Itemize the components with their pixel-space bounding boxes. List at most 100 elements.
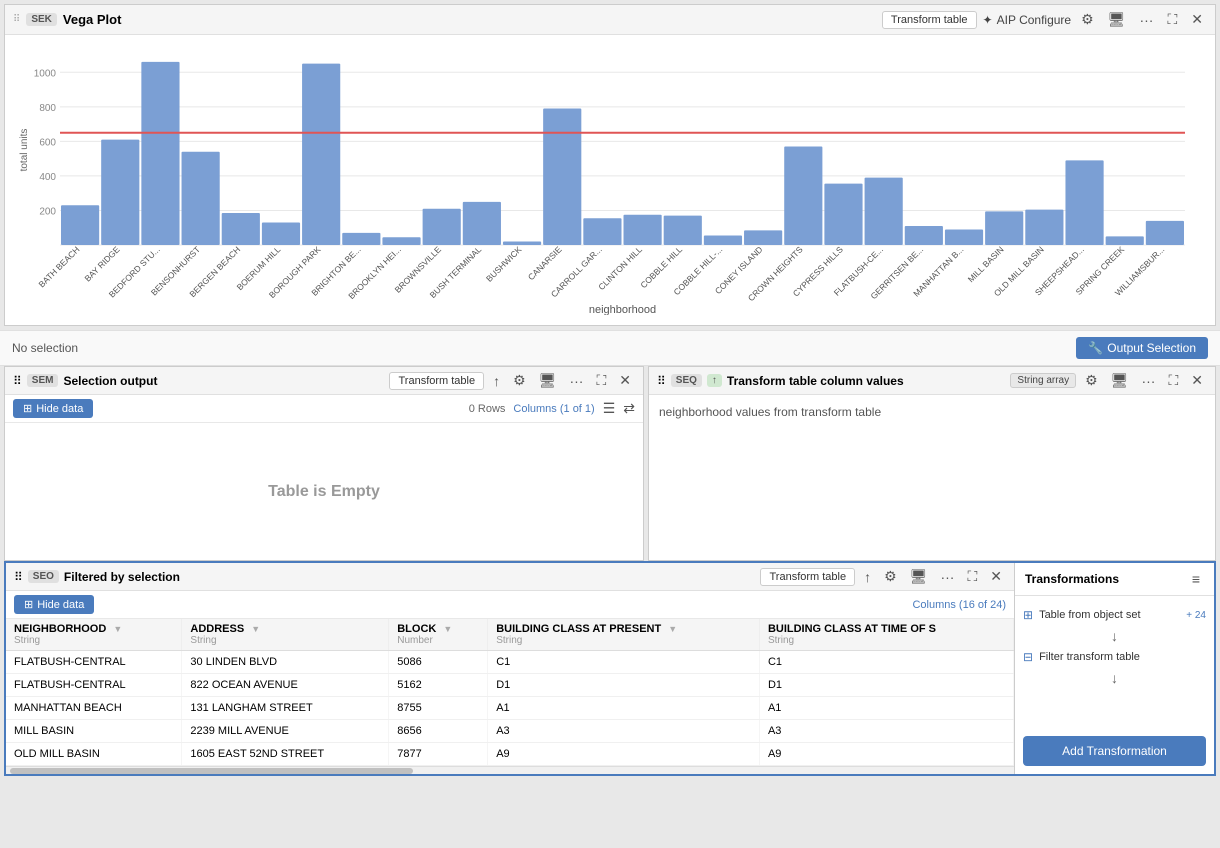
trans-arrow-2: ↓ bbox=[1023, 668, 1206, 688]
drag-handle[interactable]: ⠿ bbox=[13, 14, 20, 25]
trans-arrow-1: ↓ bbox=[1023, 626, 1206, 646]
more-icon[interactable]: ··· bbox=[1135, 10, 1157, 30]
col-building-class-time[interactable]: BUILDING CLASS AT TIME OF S String bbox=[759, 619, 1013, 651]
fp-drag-handle[interactable]: ⠿ bbox=[14, 570, 23, 584]
tc-monitor-icon[interactable]: 🖥 bbox=[1107, 370, 1133, 391]
fp-upload-icon[interactable]: ↑ bbox=[860, 567, 875, 587]
sel-upload-icon[interactable]: ↑ bbox=[489, 371, 504, 391]
tc-more-icon[interactable]: ··· bbox=[1137, 371, 1159, 391]
settings-icon[interactable]: ⚙ bbox=[1077, 9, 1098, 30]
sel-row-count: 0 Rows bbox=[469, 403, 506, 415]
trans-item-table-object: ⊞ Table from object set + 24 bbox=[1023, 604, 1206, 626]
fp-tag: SEO bbox=[28, 570, 59, 583]
filtered-panel: ⠿ SEO Filtered by selection Transform ta… bbox=[6, 563, 1014, 774]
sel-expand-icon[interactable]: ⛶ bbox=[592, 370, 610, 391]
cell-block: 8656 bbox=[389, 720, 488, 743]
cell-block: 7877 bbox=[389, 743, 488, 766]
trans-menu-icon[interactable]: ≡ bbox=[1188, 569, 1204, 589]
trans-item-count: + 24 bbox=[1186, 610, 1206, 621]
vega-transform-table-button[interactable]: Transform table bbox=[882, 11, 977, 29]
sel-col-count[interactable]: Columns (1 of 1) bbox=[513, 403, 594, 415]
col-neighborhood[interactable]: NEIGHBORHOOD ▼ String bbox=[6, 619, 182, 651]
cell-block: 5162 bbox=[389, 674, 488, 697]
table-row: FLATBUSH-CENTRAL 822 OCEAN AVENUE 5162 D… bbox=[6, 674, 1014, 697]
filtered-header: ⠿ SEO Filtered by selection Transform ta… bbox=[6, 563, 1014, 591]
fp-hide-icon: ⊞ bbox=[24, 598, 33, 611]
fp-expand-icon[interactable]: ⛶ bbox=[963, 566, 981, 587]
fp-settings-icon[interactable]: ⚙ bbox=[880, 566, 901, 587]
svg-text:400: 400 bbox=[39, 172, 56, 183]
cell-neighborhood: MILL BASIN bbox=[6, 720, 182, 743]
trans-item-label: Table from object set bbox=[1039, 609, 1141, 621]
sel-settings-icon[interactable]: ⚙ bbox=[509, 370, 530, 391]
col-address[interactable]: ADDRESS ▼ String bbox=[182, 619, 389, 651]
sel-empty-table: Table is Empty bbox=[5, 423, 643, 560]
close-icon[interactable]: ✕ bbox=[1187, 9, 1207, 30]
cell-building-class-time: A1 bbox=[759, 697, 1013, 720]
tc-tag-icon: ↑ bbox=[707, 374, 722, 387]
trans-filter-label: Filter transform table bbox=[1039, 651, 1140, 663]
cell-building-class: A3 bbox=[488, 720, 760, 743]
horizontal-scrollbar[interactable] bbox=[6, 766, 1014, 774]
output-selection-button[interactable]: 🔧 Output Selection bbox=[1076, 337, 1208, 359]
monitor-icon[interactable]: 🖥 bbox=[1104, 9, 1130, 30]
sel-hide-data-button[interactable]: ⊞ Table is Empty Hide data bbox=[13, 399, 93, 418]
cell-address: 131 LANGHAM STREET bbox=[182, 697, 389, 720]
cell-address: 30 LINDEN BLVD bbox=[182, 651, 389, 674]
table-row: FLATBUSH-CENTRAL 30 LINDEN BLVD 5086 C1 … bbox=[6, 651, 1014, 674]
cell-address: 822 OCEAN AVENUE bbox=[182, 674, 389, 697]
scrollbar-thumb[interactable] bbox=[10, 768, 413, 774]
trans-item-filter: ⊟ Filter transform table bbox=[1023, 646, 1206, 668]
col-block[interactable]: BLOCK ▼ Number bbox=[389, 619, 488, 651]
sel-more-icon[interactable]: ··· bbox=[565, 371, 587, 391]
selection-text: No selection bbox=[12, 341, 78, 355]
aip-configure-button[interactable]: ✦ AIP Configure bbox=[983, 13, 1072, 27]
svg-text:BATH BEACH: BATH BEACH bbox=[36, 244, 81, 289]
col-building-class[interactable]: BUILDING CLASS AT PRESENT ▼ String bbox=[488, 619, 760, 651]
fp-close-icon[interactable]: ✕ bbox=[986, 566, 1006, 587]
sel-close-icon[interactable]: ✕ bbox=[615, 370, 635, 391]
sel-drag-handle[interactable]: ⠿ bbox=[13, 374, 22, 388]
sel-swap-icon[interactable]: ⇄ bbox=[623, 400, 635, 417]
sel-columns-icon[interactable]: ☰ bbox=[603, 400, 616, 417]
svg-text:CANARSIE: CANARSIE bbox=[526, 244, 564, 282]
cell-building-class-time: D1 bbox=[759, 674, 1013, 697]
trans-header: Transformations ≡ bbox=[1015, 563, 1214, 596]
cell-neighborhood: OLD MILL BASIN bbox=[6, 743, 182, 766]
fp-hide-data-button[interactable]: ⊞ Hide data bbox=[14, 595, 94, 614]
tc-settings-icon[interactable]: ⚙ bbox=[1081, 370, 1102, 391]
fp-col-count[interactable]: Columns (16 of 24) bbox=[912, 599, 1006, 611]
sel-title: Selection output bbox=[63, 374, 384, 388]
sel-empty-text: Table is Empty bbox=[268, 483, 380, 501]
trans-list: ⊞ Table from object set + 24 ↓ ⊟ Filter … bbox=[1015, 596, 1214, 728]
fp-transform-btn[interactable]: Transform table bbox=[760, 568, 855, 586]
fp-more-icon[interactable]: ··· bbox=[936, 567, 958, 587]
tc-description: neighborhood values from transform table bbox=[659, 405, 881, 419]
string-array-badge: String array bbox=[1010, 373, 1076, 388]
output-sel-icon: 🔧 bbox=[1088, 341, 1103, 355]
cell-building-class: A1 bbox=[488, 697, 760, 720]
selection-output-panel: ⠿ SEM Selection output Transform table ↑… bbox=[4, 366, 644, 561]
svg-text:BAY RIDGE: BAY RIDGE bbox=[82, 244, 121, 283]
expand-icon[interactable]: ⛶ bbox=[1163, 9, 1181, 30]
transformations-panel: Transformations ≡ ⊞ Table from object se… bbox=[1014, 563, 1214, 774]
svg-text:800: 800 bbox=[39, 103, 56, 114]
tc-close-icon[interactable]: ✕ bbox=[1187, 370, 1207, 391]
transform-col-header: ⠿ SEQ ↑ Transform table column values St… bbox=[649, 367, 1215, 395]
table-object-icon: ⊞ bbox=[1023, 608, 1033, 622]
add-transformation-button[interactable]: Add Transformation bbox=[1023, 736, 1206, 766]
cell-building-class: C1 bbox=[488, 651, 760, 674]
table-row: MILL BASIN 2239 MILL AVENUE 8656 A3 A3 bbox=[6, 720, 1014, 743]
fp-data-toolbar: ⊞ Hide data Columns (16 of 24) bbox=[6, 591, 1014, 619]
sel-transform-btn[interactable]: Transform table bbox=[389, 372, 484, 390]
cell-neighborhood: FLATBUSH-CENTRAL bbox=[6, 651, 182, 674]
table-row: MANHATTAN BEACH 131 LANGHAM STREET 8755 … bbox=[6, 697, 1014, 720]
bottom-panel: ⠿ SEO Filtered by selection Transform ta… bbox=[4, 561, 1216, 776]
tc-content: neighborhood values from transform table bbox=[649, 395, 1215, 560]
svg-text:BUSHWICK: BUSHWICK bbox=[484, 244, 524, 284]
data-table: NEIGHBORHOOD ▼ String ADDRESS ▼ String B… bbox=[6, 619, 1014, 766]
fp-monitor-icon[interactable]: 🖥 bbox=[906, 566, 932, 587]
tc-expand-icon[interactable]: ⛶ bbox=[1164, 370, 1182, 391]
sel-monitor-icon[interactable]: 🖥 bbox=[535, 370, 561, 391]
tc-drag-handle[interactable]: ⠿ bbox=[657, 374, 666, 388]
